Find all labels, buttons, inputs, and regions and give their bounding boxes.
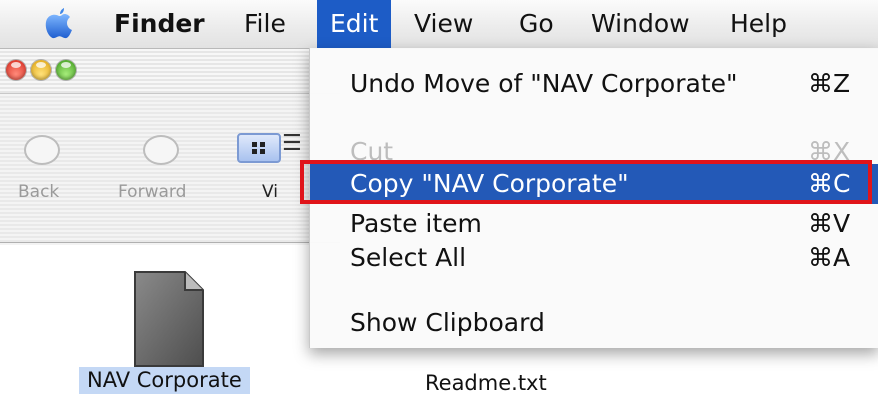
menu-window[interactable]: Window: [591, 0, 690, 48]
list-view-icon[interactable]: ☰: [282, 131, 302, 156]
menu-bar: Finder File Edit View Go Window Help: [0, 0, 878, 49]
menu-item-label: Select All: [350, 243, 467, 272]
menu-item-select-all[interactable]: Select All ⌘A: [310, 238, 878, 278]
view-label: Vi: [262, 182, 278, 202]
menu-edit[interactable]: Edit: [317, 0, 392, 48]
back-label: Back: [18, 182, 60, 202]
forward-button[interactable]: [143, 135, 179, 165]
file-label[interactable]: Readme.txt: [425, 371, 547, 395]
back-button[interactable]: [24, 135, 60, 165]
grid-icon: [252, 142, 266, 154]
menu-item-show-clipboard[interactable]: Show Clipboard: [310, 303, 878, 343]
close-window-button[interactable]: [6, 60, 26, 80]
menu-finder[interactable]: Finder: [114, 0, 205, 48]
menu-file[interactable]: File: [244, 0, 286, 48]
zoom-window-button[interactable]: [56, 60, 76, 80]
window-titlebar[interactable]: [0, 49, 340, 94]
icon-view-button[interactable]: [237, 133, 281, 163]
window-toolbar: [0, 94, 340, 243]
menu-item-label: Undo Move of "NAV Corporate": [350, 69, 738, 98]
annotation-highlight-box: [300, 160, 872, 204]
menu-go[interactable]: Go: [519, 0, 554, 48]
minimize-window-button[interactable]: [31, 60, 51, 80]
menu-item-undo[interactable]: Undo Move of "NAV Corporate" ⌘Z: [310, 64, 878, 104]
menu-view[interactable]: View: [414, 0, 473, 48]
forward-label: Forward: [118, 182, 187, 202]
menu-help[interactable]: Help: [730, 0, 787, 48]
apple-icon[interactable]: [44, 6, 74, 40]
document-icon[interactable]: [133, 270, 205, 368]
menu-item-shortcut: ⌘Z: [808, 69, 851, 98]
menu-item-shortcut: ⌘A: [808, 243, 851, 272]
file-label-selected[interactable]: NAV Corporate: [79, 367, 250, 394]
menu-item-label: Show Clipboard: [350, 308, 545, 337]
